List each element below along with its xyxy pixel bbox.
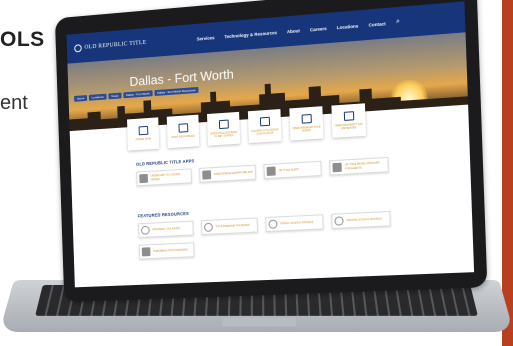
tile-label: CLOSING & CLOSINGS CALCULATOR — [250, 128, 279, 136]
nav-locations[interactable]: Locations — [337, 23, 359, 30]
search-icon — [140, 225, 150, 235]
slide-heading-fragment: OLS — [0, 28, 45, 51]
card-label: ORDER APP TO LAUNCH ORDER — [150, 173, 180, 182]
logo-mark-icon — [74, 44, 82, 53]
search-icon — [334, 216, 344, 226]
nav-about[interactable]: About — [287, 28, 300, 34]
search-icon[interactable]: ⌕ — [396, 18, 400, 26]
quick-link-premium-title-rates[interactable]: OPEN PREMIUM TITLE RATES — [289, 106, 324, 141]
nav-contact[interactable]: Contact — [368, 21, 385, 27]
card-label: PROPERTY TAX RATES — [152, 227, 181, 232]
quick-link-rate-resources[interactable]: RATE RESOURCES — [166, 114, 200, 149]
laptop-lid: OLD REPUBLIC TITLE Services Technology &… — [54, 0, 488, 303]
tile-label: OPEN PROPERTY TAX ESTIMATES — [334, 122, 364, 131]
resources-section-title: FEATURED RESOURCES — [137, 210, 190, 219]
card-label: SUBURBAN ROAD MARKERS — [153, 248, 188, 253]
tile-label: ORDER NOW — [135, 137, 152, 142]
logo-text: OLD REPUBLIC TITLE — [84, 39, 147, 51]
nav-careers[interactable]: Careers — [310, 26, 327, 32]
resource-card[interactable]: PRIVATE SCHOOL RATINGS — [331, 210, 391, 230]
card-label: TITLE PREMIUM TAX RATES — [215, 223, 250, 229]
laptop-screen: OLD REPUBLIC TITLE Services Technology &… — [66, 1, 475, 288]
card-label: OR TITLE REVELATION APP FOR AGENTS — [344, 161, 380, 171]
file-icon — [301, 113, 312, 124]
card-label: OR TITLE ALERT — [278, 168, 300, 173]
search-icon — [268, 219, 278, 229]
search-icon — [203, 222, 213, 232]
tile-label: OPEN PREMIUM TITLE RATES — [292, 125, 321, 133]
app-card[interactable]: OR TITLE REVELATION APP FOR AGENTS — [329, 156, 389, 176]
nav-services[interactable]: Services — [197, 35, 215, 41]
pencil-icon — [343, 111, 354, 121]
nav-technology-resources[interactable]: Technology & Resources — [224, 30, 277, 39]
card-label: PRIVATE SCHOOL RATINGS — [346, 217, 382, 223]
apps-section-title: OLD REPUBLIC TITLE APPS — [135, 158, 195, 167]
document-icon — [218, 119, 229, 130]
books-icon — [177, 123, 188, 134]
main-nav: Services Technology & Resources About Ca… — [197, 21, 386, 41]
app-card[interactable]: OR TITLE ALERT — [263, 160, 322, 180]
card-label: PUBLIC SCHOOL RATINGS — [280, 220, 314, 226]
pencil-icon — [141, 247, 151, 257]
resource-card[interactable]: PROPERTY TAX RATES — [138, 220, 194, 238]
quick-link-open-title-escrow[interactable]: OPEN TITLE ESCROW IN KEY STATES — [207, 111, 241, 146]
presentation-slide: OLS ent OLD REPUBLIC TITLE Services Tech… — [0, 0, 513, 346]
home-icon — [138, 126, 148, 136]
tile-label: OPEN TITLE ESCROW IN KEY STATES — [210, 130, 238, 139]
pencil-icon — [202, 170, 212, 180]
app-card[interactable]: FREE MOBILE DEPARTURE APP — [199, 164, 257, 183]
quick-link-property-tax[interactable]: OPEN PROPERTY TAX ESTIMATES — [331, 103, 367, 138]
calendar-icon — [259, 116, 270, 127]
trackpad — [222, 317, 297, 327]
resource-card[interactable]: SUBURBAN ROAD MARKERS — [138, 242, 195, 260]
pencil-icon — [332, 162, 342, 173]
quick-link-order-now[interactable]: ORDER NOW — [127, 117, 160, 151]
accent-strip — [502, 0, 513, 346]
quick-link-closing-calculator[interactable]: CLOSING & CLOSINGS CALCULATOR — [247, 109, 282, 144]
pencil-icon — [266, 166, 276, 176]
card-label: FREE MOBILE DEPARTURE APP — [213, 170, 253, 176]
site-logo[interactable]: OLD REPUBLIC TITLE — [74, 36, 177, 53]
app-card[interactable]: ORDER APP TO LAUNCH ORDER — [136, 168, 192, 187]
tile-label: RATE RESOURCES — [171, 135, 195, 140]
resource-card[interactable]: PUBLIC SCHOOL RATINGS — [265, 214, 324, 233]
slide-body-fragment: ent — [0, 92, 28, 114]
pencil-icon — [139, 173, 149, 184]
resource-card[interactable]: TITLE PREMIUM TAX RATES — [200, 217, 258, 236]
